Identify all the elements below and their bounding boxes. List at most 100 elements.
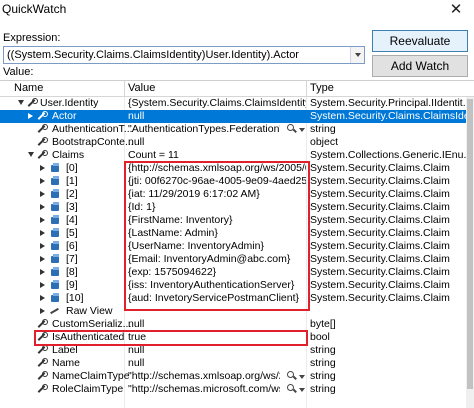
row-type: System.Security.Claims.Claim xyxy=(310,214,450,226)
row-type: string xyxy=(310,123,336,135)
row-value: Count = 11 xyxy=(128,149,179,161)
row-value: {http://schemas.xmlsoap.org/ws/2005/05..… xyxy=(128,162,306,174)
grid-header: Name Value Type xyxy=(0,81,474,97)
watch-row-claim-9[interactable]: [9] {iss: InventoryAuthenticationServer}… xyxy=(0,279,466,292)
watch-row-claim-3[interactable]: [3] {Id: 1} System.Security.Claims.Claim xyxy=(0,201,466,214)
expand-arrow-icon[interactable] xyxy=(40,178,45,184)
visualizer-dropdown-icon[interactable] xyxy=(299,128,305,132)
watch-row-actor[interactable]: Actor null System.Security.Claims.Claims… xyxy=(0,110,466,123)
row-name: [9] xyxy=(66,279,78,291)
expand-arrow-icon[interactable] xyxy=(40,308,45,314)
row-name: BootstrapConte... xyxy=(52,136,134,148)
watch-row-claim-5[interactable]: [5] {LastName: Admin} System.Security.Cl… xyxy=(0,227,466,240)
watch-row-claim-1[interactable]: [1] {jti: 00f6270c-96ae-4005-9e09-4aed25… xyxy=(0,175,466,188)
vertical-scrollbar[interactable] xyxy=(466,97,474,408)
property-wrench-icon xyxy=(36,111,48,122)
property-wrench-icon xyxy=(26,98,38,109)
magnify-icon[interactable] xyxy=(287,371,297,381)
row-value xyxy=(128,305,306,318)
property-wrench-icon xyxy=(36,371,48,382)
row-type: System.Security.Claims.Claim xyxy=(310,279,450,291)
watch-row-user-identity[interactable]: User.Identity {System.Security.Claims.Cl… xyxy=(0,97,466,110)
expand-arrow-icon[interactable] xyxy=(28,113,33,119)
row-name: AuthenticationT... xyxy=(52,123,133,135)
row-type: string xyxy=(310,344,336,356)
row-type: System.Collections.Generic.IEnu... xyxy=(310,149,466,161)
scrollbar-thumb[interactable] xyxy=(467,99,473,389)
object-cube-icon xyxy=(50,189,61,200)
watch-row-role-claim-type[interactable]: RoleClaimType "http://schemas.microsoft.… xyxy=(0,383,466,396)
row-value: {System.Security.Claims.ClaimsIdentity} xyxy=(128,97,306,109)
expression-dropdown-icon[interactable] xyxy=(350,47,364,63)
title-bar: QuickWatch ✕ xyxy=(0,0,474,26)
expand-arrow-icon[interactable] xyxy=(40,282,45,288)
row-name: Label xyxy=(52,344,78,356)
watch-row-claim-4[interactable]: [4] {FirstName: Inventory} System.Securi… xyxy=(0,214,466,227)
row-value: true xyxy=(128,331,147,343)
watch-row-claim-7[interactable]: [7] {Email: InventoryAdmin@abc.com} Syst… xyxy=(0,253,466,266)
object-cube-icon xyxy=(50,254,61,265)
row-name: Actor xyxy=(52,110,77,122)
column-header-type[interactable]: Type xyxy=(310,82,334,94)
expand-arrow-icon[interactable] xyxy=(40,256,45,262)
row-type xyxy=(310,305,466,318)
row-name: [6] xyxy=(66,240,78,252)
watch-row-label[interactable]: Label null string xyxy=(0,344,466,357)
expand-arrow-icon[interactable] xyxy=(40,269,45,275)
watch-row-name[interactable]: Name null string xyxy=(0,357,466,370)
row-value: "http://schemas.microsoft.com/ws/... xyxy=(128,383,280,395)
column-header-name[interactable]: Name xyxy=(14,82,43,94)
visualizer-dropdown-icon[interactable] xyxy=(299,388,305,392)
watch-row-claim-8[interactable]: [8] {exp: 1575094622} System.Security.Cl… xyxy=(0,266,466,279)
expand-arrow-icon[interactable] xyxy=(40,243,45,249)
row-value: {iss: InventoryAuthenticationServer} xyxy=(128,279,295,291)
magnify-icon[interactable] xyxy=(287,124,297,134)
row-name: [2] xyxy=(66,188,78,200)
add-watch-button[interactable]: Add Watch xyxy=(372,55,468,77)
watch-row-claims[interactable]: Claims Count = 11 System.Collections.Gen… xyxy=(0,149,466,162)
collapse-arrow-icon[interactable] xyxy=(28,152,34,157)
watch-row-claim-2[interactable]: [2] {iat: 11/29/2019 6:17:02 AM} System.… xyxy=(0,188,466,201)
watch-row-authentication-type[interactable]: AuthenticationT... "AuthenticationTypes.… xyxy=(0,123,466,136)
magnify-icon[interactable] xyxy=(287,384,297,394)
watch-row-raw-view[interactable]: Raw View xyxy=(0,305,466,318)
expand-arrow-icon[interactable] xyxy=(40,217,45,223)
row-value: {jti: 00f6270c-96ae-4005-9e09-4aed255... xyxy=(128,175,306,187)
row-name: NameClaimType xyxy=(52,370,130,382)
watch-row-claim-0[interactable]: [0] {http://schemas.xmlsoap.org/ws/2005/… xyxy=(0,162,466,175)
row-value: null xyxy=(128,110,145,122)
row-value: null xyxy=(128,344,145,356)
property-wrench-icon xyxy=(36,345,48,356)
expand-arrow-icon[interactable] xyxy=(40,230,45,236)
object-cube-icon xyxy=(50,228,61,239)
close-icon[interactable]: ✕ xyxy=(444,0,468,20)
expand-arrow-icon[interactable] xyxy=(40,295,45,301)
row-type: byte[] xyxy=(310,318,336,330)
row-value: null xyxy=(128,357,145,369)
watch-row-bootstrap-context[interactable]: BootstrapConte... null object xyxy=(0,136,466,149)
watch-row-custom-serialization[interactable]: CustomSerializ... null byte[] xyxy=(0,318,466,331)
reevaluate-button[interactable]: Reevaluate xyxy=(372,30,468,52)
collapse-arrow-icon[interactable] xyxy=(18,100,24,105)
watch-row-claim-6[interactable]: [6] {UserName: InventoryAdmin} System.Se… xyxy=(0,240,466,253)
watch-row-is-authenticated[interactable]: IsAuthenticated true bool xyxy=(0,331,466,344)
row-value: "AuthenticationTypes.Federation" xyxy=(128,123,280,135)
watch-row-name-claim-type[interactable]: NameClaimType "http://schemas.xmlsoap.or… xyxy=(0,370,466,383)
row-name: [5] xyxy=(66,227,78,239)
row-name: [10] xyxy=(66,292,84,304)
row-type: System.Security.Claims.Claim xyxy=(310,240,450,252)
expression-input[interactable]: ((System.Security.Claims.ClaimsIdentity)… xyxy=(3,46,365,64)
visualizer-dropdown-icon[interactable] xyxy=(299,375,305,379)
column-header-value[interactable]: Value xyxy=(128,82,155,94)
watch-row-claim-10[interactable]: [10] {aud: InvetoryServicePostmanClient}… xyxy=(0,292,466,305)
row-value: {aud: InvetoryServicePostmanClient} xyxy=(128,292,300,304)
window-title: QuickWatch xyxy=(2,2,67,16)
expand-arrow-icon[interactable] xyxy=(40,191,45,197)
expand-arrow-icon[interactable] xyxy=(40,165,45,171)
expand-arrow-icon[interactable] xyxy=(40,204,45,210)
object-cube-icon xyxy=(50,280,61,291)
property-wrench-icon xyxy=(36,384,48,395)
row-name: [0] xyxy=(66,162,78,174)
row-type: System.Security.Claims.Claim xyxy=(310,188,450,200)
row-type: System.Security.Claims.Claim xyxy=(310,292,450,304)
